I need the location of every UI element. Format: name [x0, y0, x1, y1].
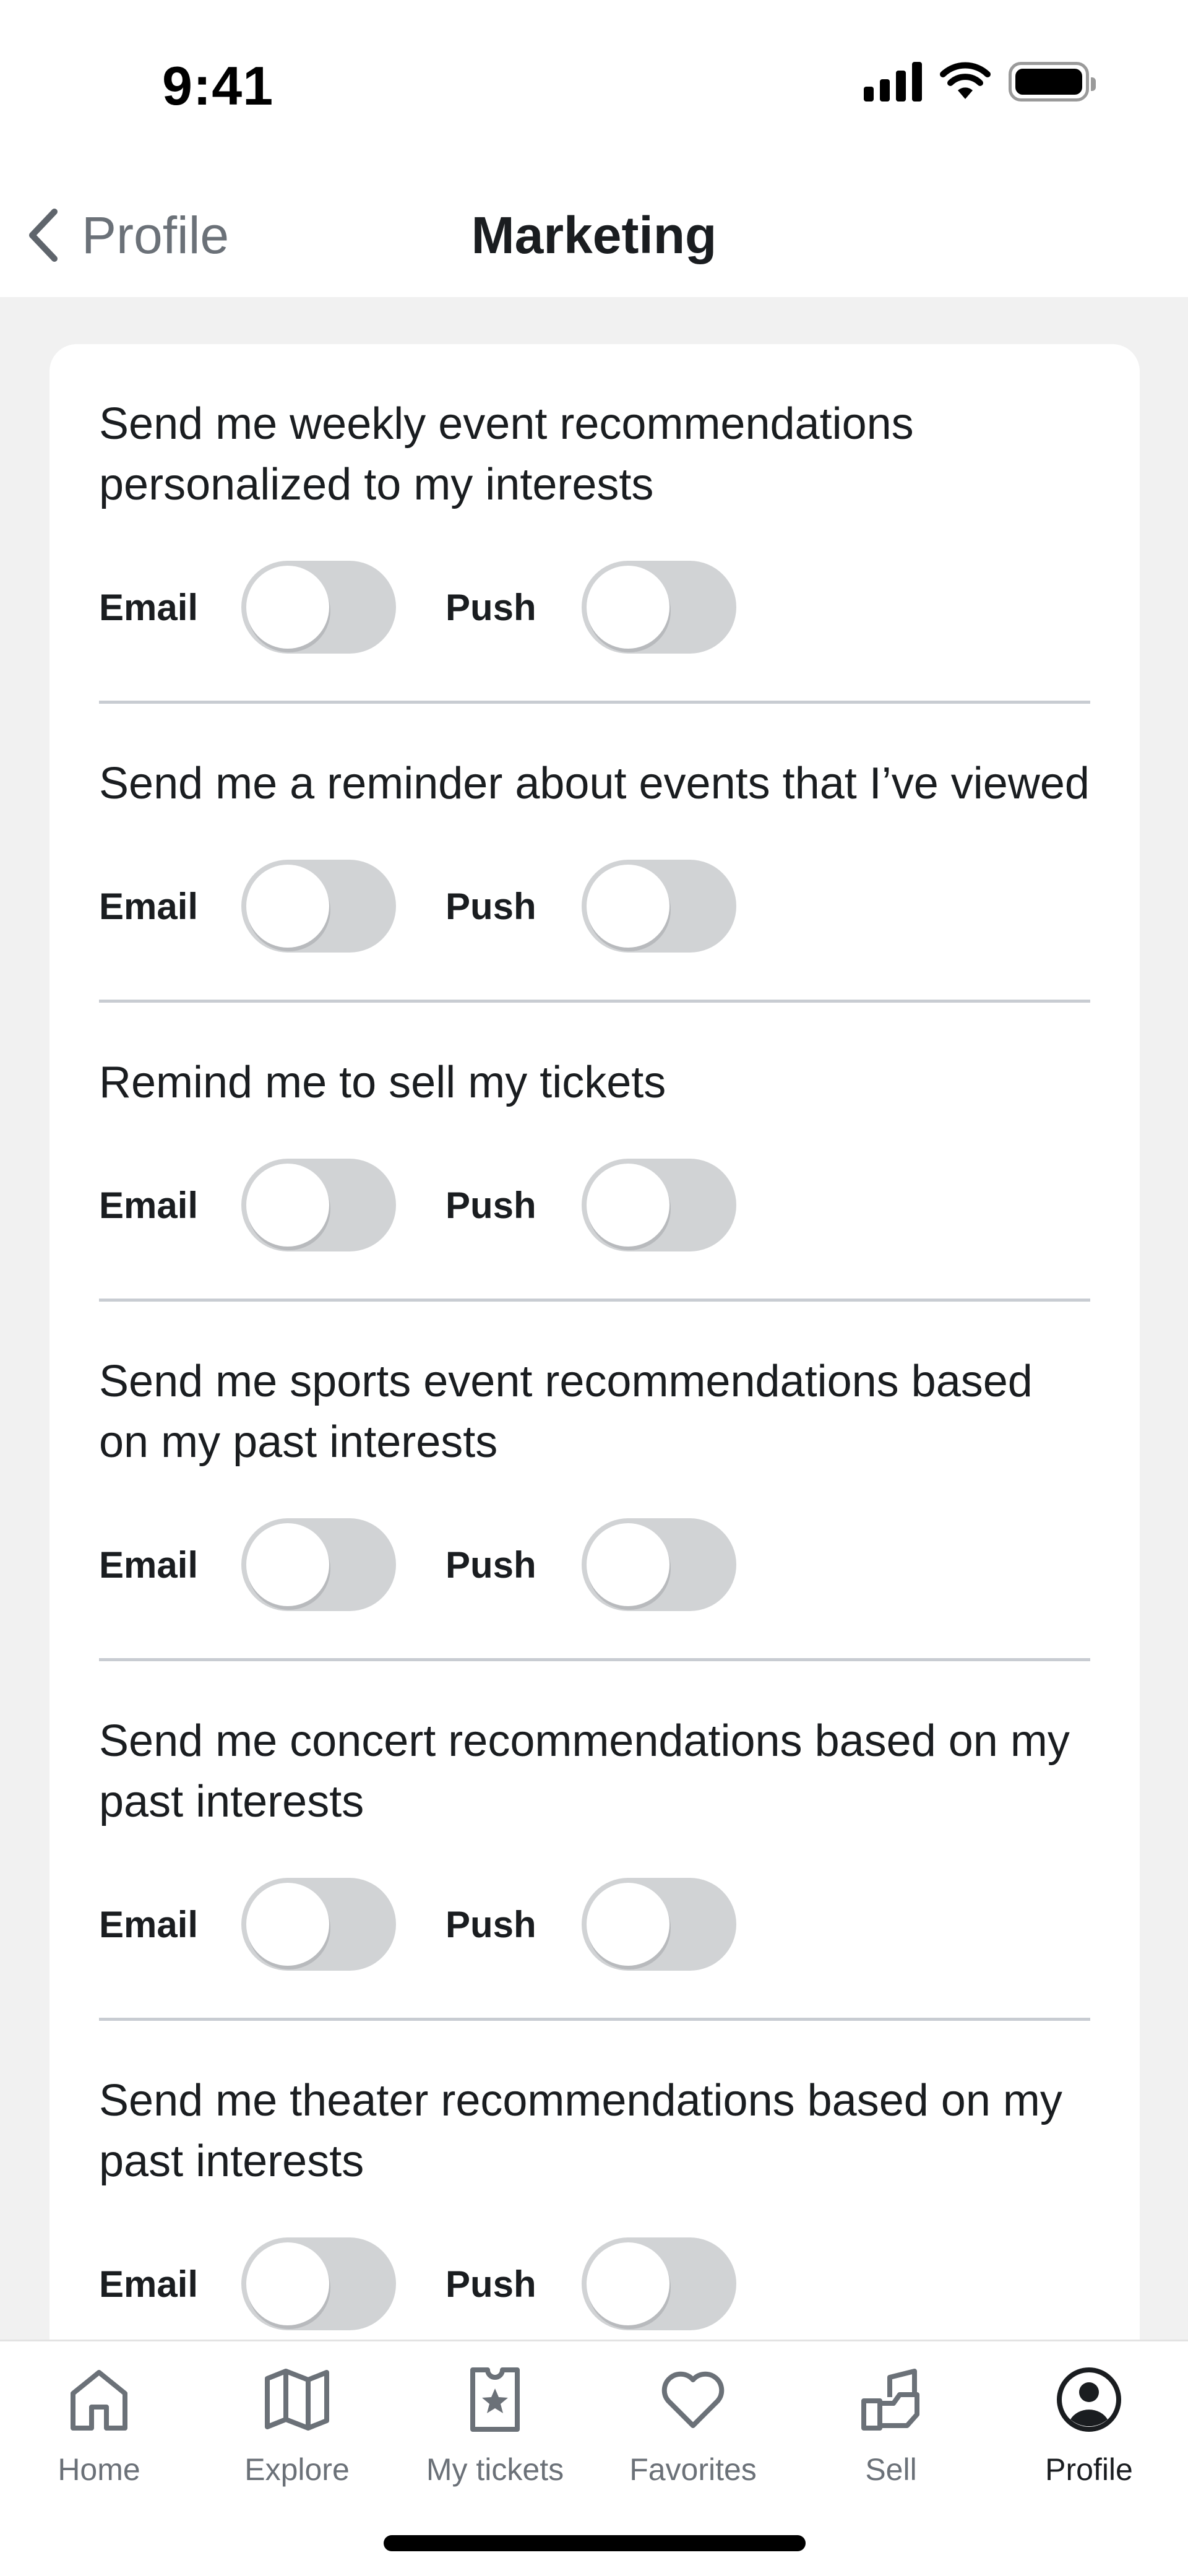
status-bar: 9:41 [0, 0, 1188, 173]
toggle-knob [246, 1883, 329, 1966]
tab-label: My tickets [426, 2452, 564, 2487]
preference-title: Send me concert recommendations based on… [99, 1716, 1070, 1826]
email-label: Email [99, 885, 199, 927]
toggle-knob [246, 2242, 329, 2325]
preference-title: Remind me to sell my tickets [99, 1058, 666, 1107]
tab-label: Profile [1045, 2452, 1133, 2487]
push-label: Push [446, 2263, 536, 2305]
map-icon [265, 2369, 329, 2431]
toggle-knob [587, 2242, 669, 2325]
preference-item: Remind me to sell my tickets Email Push [99, 1003, 1090, 1302]
push-toggle[interactable] [582, 561, 736, 654]
toggle-knob [246, 566, 329, 649]
preference-title: Send me theater recommendations based on… [99, 2076, 1062, 2186]
tab-label: Sell [865, 2452, 917, 2487]
push-label: Push [446, 1903, 536, 1945]
sell-icon [861, 2369, 919, 2431]
cellular-signal-icon [864, 62, 922, 102]
back-button[interactable]: Profile [22, 198, 229, 272]
tab-profile[interactable]: Profile [990, 2341, 1188, 2502]
settings-content[interactable]: Send me weekly event recommendations per… [0, 297, 1188, 2340]
toggle-row: Email Push [99, 1518, 1090, 1611]
push-toggle[interactable] [582, 1159, 736, 1251]
push-toggle[interactable] [582, 1878, 736, 1971]
ticket-icon [470, 2367, 520, 2432]
profile-icon [1057, 2367, 1121, 2432]
toggle-knob [587, 1523, 669, 1606]
battery-icon [1009, 62, 1096, 102]
tab-label: Home [58, 2452, 140, 2487]
toggle-knob [587, 865, 669, 948]
email-label: Email [99, 1903, 199, 1945]
push-label: Push [446, 586, 536, 628]
navigation-bar: Marketing Profile [0, 173, 1188, 297]
toggle-row: Email Push [99, 1878, 1090, 1971]
preference-item: Send me sports event recommendations bas… [99, 1302, 1090, 1661]
preference-title: Send me a reminder about events that I’v… [99, 759, 1090, 808]
preference-item: Send me weekly event recommendations per… [99, 344, 1090, 704]
heart-icon [661, 2371, 725, 2428]
toggle-knob [587, 566, 669, 649]
email-label: Email [99, 1544, 199, 1586]
email-toggle[interactable] [241, 561, 396, 654]
home-indicator[interactable] [384, 2535, 806, 2551]
wifi-icon [940, 62, 991, 99]
tab-label: Explore [244, 2452, 350, 2487]
toggle-knob [246, 1164, 329, 1247]
tab-explore[interactable]: Explore [198, 2341, 396, 2502]
status-time: 9:41 [162, 55, 274, 116]
email-toggle[interactable] [241, 860, 396, 953]
preference-item: Send me a reminder about events that I’v… [99, 704, 1090, 1003]
toggle-row: Email Push [99, 561, 1090, 654]
toggle-knob [587, 1164, 669, 1247]
toggle-row: Email Push [99, 1159, 1090, 1251]
back-label: Profile [82, 205, 230, 264]
tab-my-tickets[interactable]: My tickets [396, 2341, 594, 2502]
toggle-row: Email Push [99, 860, 1090, 953]
email-label: Email [99, 586, 199, 628]
push-toggle[interactable] [582, 1518, 736, 1611]
push-label: Push [446, 885, 536, 927]
email-toggle[interactable] [241, 1518, 396, 1611]
status-icons [864, 62, 1096, 102]
preference-title: Send me weekly event recommendations per… [99, 399, 914, 509]
preference-item: Send me theater recommendations based on… [99, 2021, 1090, 2340]
toggle-knob [246, 865, 329, 948]
tab-bar: Home Explore My tickets Favorites Sell P… [0, 2340, 1188, 2576]
preference-title: Send me sports event recommendations bas… [99, 1357, 1033, 1467]
tab-favorites[interactable]: Favorites [594, 2341, 792, 2502]
chevron-left-icon [29, 209, 58, 262]
toggle-knob [587, 1883, 669, 1966]
email-toggle[interactable] [241, 1159, 396, 1251]
email-toggle[interactable] [241, 2237, 396, 2330]
tab-home[interactable]: Home [0, 2341, 198, 2502]
email-toggle[interactable] [241, 1878, 396, 1971]
preferences-card: Send me weekly event recommendations per… [50, 344, 1140, 2340]
email-label: Email [99, 2263, 199, 2305]
home-icon [71, 2370, 127, 2431]
push-label: Push [446, 1544, 536, 1586]
toggle-knob [246, 1523, 329, 1606]
tab-label: Favorites [629, 2452, 757, 2487]
toggle-row: Email Push [99, 2237, 1090, 2330]
email-label: Email [99, 1184, 199, 1226]
push-toggle[interactable] [582, 860, 736, 953]
tab-list: Home Explore My tickets Favorites Sell P… [0, 2341, 1188, 2502]
tab-sell[interactable]: Sell [792, 2341, 990, 2502]
preference-item: Send me concert recommendations based on… [99, 1661, 1090, 2021]
push-toggle[interactable] [582, 2237, 736, 2330]
push-label: Push [446, 1184, 536, 1226]
